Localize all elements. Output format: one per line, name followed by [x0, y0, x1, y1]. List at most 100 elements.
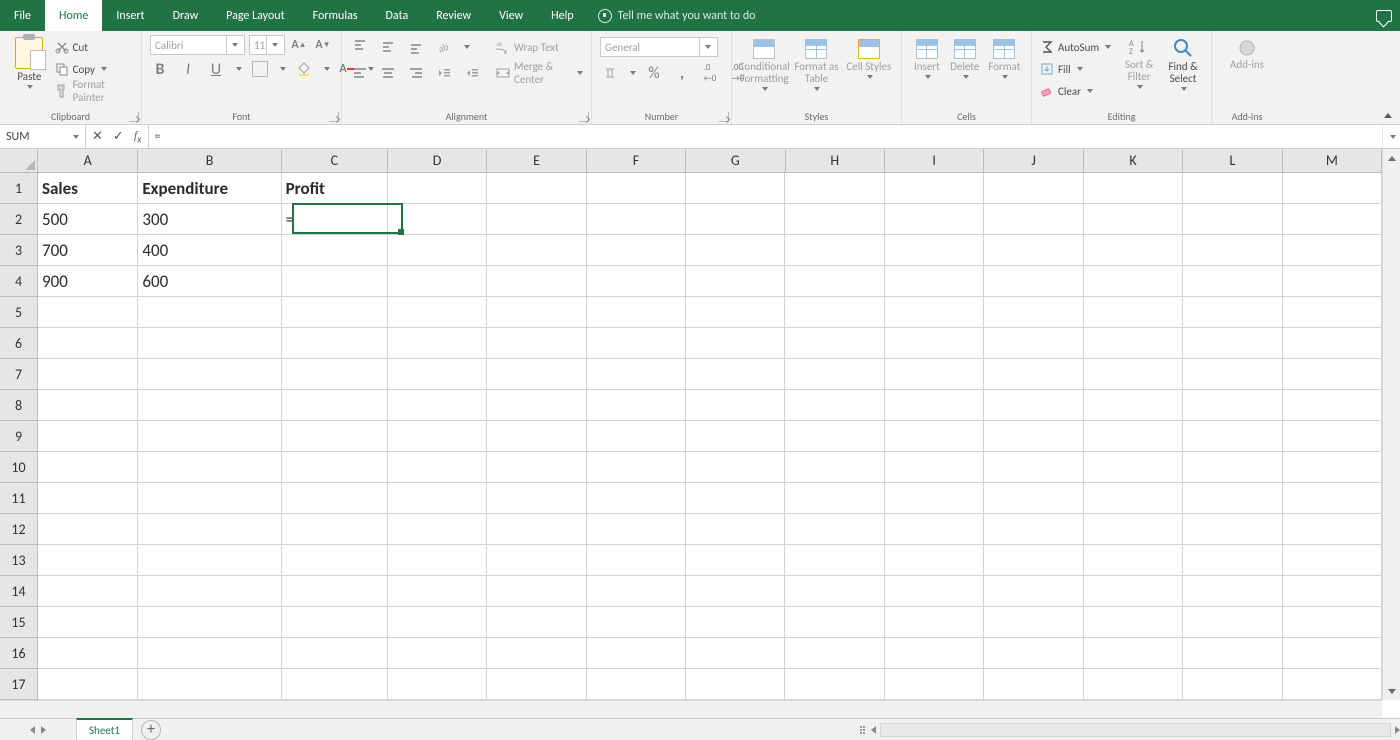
number-dialog-launcher[interactable]: [719, 112, 729, 122]
cell-H2[interactable]: [785, 204, 884, 235]
cell-D2[interactable]: [388, 204, 487, 235]
column-header-F[interactable]: F: [587, 149, 686, 172]
format-as-table-button[interactable]: Format as Table: [793, 37, 839, 91]
cell-G9[interactable]: [686, 421, 785, 452]
cell-M7[interactable]: [1283, 359, 1382, 390]
font-name-select[interactable]: Calibri: [150, 35, 245, 55]
cell-I11[interactable]: [885, 483, 984, 514]
row-header-2[interactable]: 2: [0, 204, 37, 235]
cell-H8[interactable]: [785, 390, 884, 421]
column-header-B[interactable]: B: [138, 149, 281, 172]
cell-K10[interactable]: [1084, 452, 1183, 483]
merge-center-button[interactable]: Merge & Center: [496, 63, 583, 83]
cell-F11[interactable]: [587, 483, 686, 514]
cell-G6[interactable]: [686, 328, 785, 359]
cell-J2[interactable]: [984, 204, 1083, 235]
cell-F3[interactable]: [587, 235, 686, 266]
cell-K12[interactable]: [1084, 514, 1183, 545]
cell-F17[interactable]: [587, 669, 686, 700]
cell-C11[interactable]: [282, 483, 388, 514]
cell-I4[interactable]: [885, 266, 984, 297]
cell-F15[interactable]: [587, 607, 686, 638]
align-right-icon[interactable]: [406, 63, 426, 83]
clear-button[interactable]: Clear: [1040, 81, 1111, 101]
cell-I1[interactable]: [885, 173, 984, 204]
cell-K5[interactable]: [1084, 297, 1183, 328]
cell-D11[interactable]: [388, 483, 487, 514]
cell-K8[interactable]: [1084, 390, 1183, 421]
cell-G4[interactable]: [686, 266, 785, 297]
row-header-1[interactable]: 1: [0, 173, 37, 204]
cell-C4[interactable]: [282, 266, 388, 297]
select-all-corner[interactable]: [0, 149, 38, 173]
row-header-5[interactable]: 5: [0, 297, 37, 328]
cell-J17[interactable]: [984, 669, 1083, 700]
cell-G3[interactable]: [686, 235, 785, 266]
cell-styles-button[interactable]: Cell Styles: [846, 37, 892, 79]
cell-J13[interactable]: [984, 545, 1083, 576]
row-header-13[interactable]: 13: [0, 545, 37, 576]
cell-G7[interactable]: [686, 359, 785, 390]
row-header-4[interactable]: 4: [0, 266, 37, 297]
scroll-left-button[interactable]: [871, 726, 876, 734]
cell-H6[interactable]: [785, 328, 884, 359]
tab-insert[interactable]: Insert: [102, 0, 158, 31]
autosum-button[interactable]: AutoSum: [1040, 37, 1111, 57]
column-header-D[interactable]: D: [388, 149, 487, 172]
column-header-J[interactable]: J: [984, 149, 1083, 172]
cell-M3[interactable]: [1283, 235, 1382, 266]
find-select-button[interactable]: Find & Select: [1163, 35, 1203, 91]
orientation-icon[interactable]: ab: [434, 37, 454, 57]
cell-B17[interactable]: [138, 669, 281, 700]
number-format-select[interactable]: General: [600, 37, 718, 57]
cell-A6[interactable]: [38, 328, 138, 359]
cell-A9[interactable]: [38, 421, 138, 452]
cell-D6[interactable]: [388, 328, 487, 359]
name-box[interactable]: SUM: [0, 125, 86, 148]
cell-M1[interactable]: [1283, 173, 1382, 204]
cell-C17[interactable]: [282, 669, 388, 700]
cell-A2[interactable]: 500: [38, 204, 138, 235]
row-header-3[interactable]: 3: [0, 235, 37, 266]
expand-formula-bar-button[interactable]: [1382, 125, 1400, 148]
cell-M10[interactable]: [1283, 452, 1382, 483]
cell-D16[interactable]: [388, 638, 487, 669]
row-header-6[interactable]: 6: [0, 328, 37, 359]
increase-font-icon[interactable]: A▲: [289, 35, 309, 55]
cell-A12[interactable]: [38, 514, 138, 545]
cell-M17[interactable]: [1283, 669, 1382, 700]
cell-J1[interactable]: [984, 173, 1083, 204]
fill-button[interactable]: Fill: [1040, 59, 1111, 79]
cell-D9[interactable]: [388, 421, 487, 452]
sort-filter-button[interactable]: AZ Sort & Filter: [1119, 35, 1159, 89]
scroll-down-button[interactable]: [1383, 682, 1400, 700]
increase-decimal-icon[interactable]: .0←0: [700, 63, 720, 83]
tab-view[interactable]: View: [485, 0, 537, 31]
cell-B3[interactable]: 400: [138, 235, 281, 266]
cell-H1[interactable]: [785, 173, 884, 204]
tab-page-layout[interactable]: Page Layout: [212, 0, 298, 31]
cell-D12[interactable]: [388, 514, 487, 545]
cell-L9[interactable]: [1183, 421, 1282, 452]
cell-K6[interactable]: [1084, 328, 1183, 359]
cell-A7[interactable]: [38, 359, 138, 390]
cell-C5[interactable]: [282, 297, 388, 328]
cell-L3[interactable]: [1183, 235, 1282, 266]
cell-F13[interactable]: [587, 545, 686, 576]
row-header-12[interactable]: 12: [0, 514, 37, 545]
cell-D13[interactable]: [388, 545, 487, 576]
cancel-formula-button[interactable]: ✕: [92, 129, 103, 144]
increase-indent-icon[interactable]: [462, 63, 482, 83]
cell-L7[interactable]: [1183, 359, 1282, 390]
cell-H17[interactable]: [785, 669, 884, 700]
cell-E8[interactable]: [487, 390, 586, 421]
tab-home[interactable]: Home: [45, 0, 102, 31]
cell-F16[interactable]: [587, 638, 686, 669]
cell-E1[interactable]: [487, 173, 586, 204]
tell-me-search[interactable]: Tell me what you want to do: [598, 0, 756, 31]
cell-H7[interactable]: [785, 359, 884, 390]
cell-B4[interactable]: 600: [138, 266, 281, 297]
row-header-11[interactable]: 11: [0, 483, 37, 514]
cell-E13[interactable]: [487, 545, 586, 576]
cell-D17[interactable]: [388, 669, 487, 700]
